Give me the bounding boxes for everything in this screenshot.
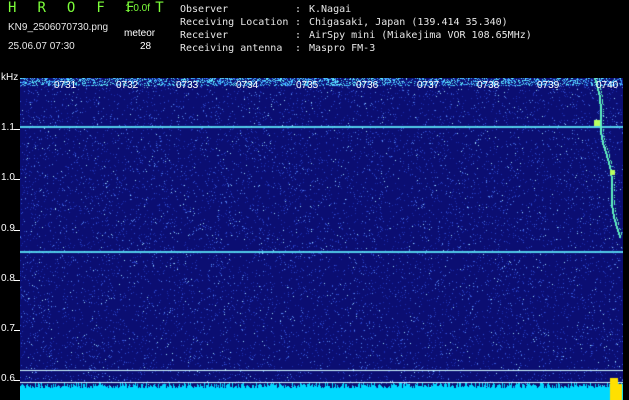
x-tick-label: 0737 [417,80,440,91]
info-label: Observer [180,4,229,15]
info-row-location: Receiving Location : Chigasaki, Japan (1… [180,16,532,29]
info-value: K.Nagai [309,4,352,15]
y-tick-label: 0.9 [1,223,15,234]
x-tick-label: 0734 [236,80,259,91]
x-tick-label: 0733 [176,80,199,91]
capture-datetime: 25.06.07 07:30 [8,41,75,52]
file-name: KN9_2506070730.png [8,22,109,33]
info-value: AirSpy mini (Miakejima VOR 108.65MHz) [309,30,532,41]
x-tick-label: 0736 [356,80,379,91]
y-tick-label: 1.0 [1,172,15,183]
info-colon: : [295,4,302,15]
info-row-receiver: Receiver : AirSpy mini (Miakejima VOR 10… [180,29,532,42]
y-tick-label: 0.6 [1,373,15,384]
info-colon: : [295,30,302,41]
y-tick-label: 0.7 [1,323,15,334]
info-value: Chigasaki, Japan (139.414 35.340) [309,17,508,28]
spectrogram-plot [20,78,623,400]
info-label: Receiver [180,30,229,41]
info-colon: : [295,17,302,28]
x-tick-label: 0735 [296,80,319,91]
x-tick-label: 0740 [596,80,619,91]
meteor-count: 28 [140,41,152,52]
station-info: Observer : K.Nagai Receiving Location : … [180,3,532,55]
info-row-observer: Observer : K.Nagai [180,3,532,16]
info-row-antenna: Receiving antenna : Maspro FM-3 [180,42,532,55]
y-tick-label: 0.8 [1,273,15,284]
hrofft-window: H R O F F T 1.0.0f KN9_2506070730.png me… [0,0,629,400]
x-tick-label: 0739 [537,80,560,91]
y-axis-unit: kHz [1,72,19,83]
info-colon: : [295,43,302,54]
app-version: 1.0.0f [125,3,151,14]
x-tick-label: 0731 [54,80,77,91]
info-label: Receiving Location [180,17,289,28]
spectrogram-canvas [20,78,623,400]
y-tick-label: 1.1 [1,122,15,133]
x-tick-label: 0738 [477,80,500,91]
x-tick-label: 0732 [116,80,139,91]
info-value: Maspro FM-3 [309,43,376,54]
meteor-label: meteor [124,28,156,39]
info-label: Receiving antenna [180,43,283,54]
